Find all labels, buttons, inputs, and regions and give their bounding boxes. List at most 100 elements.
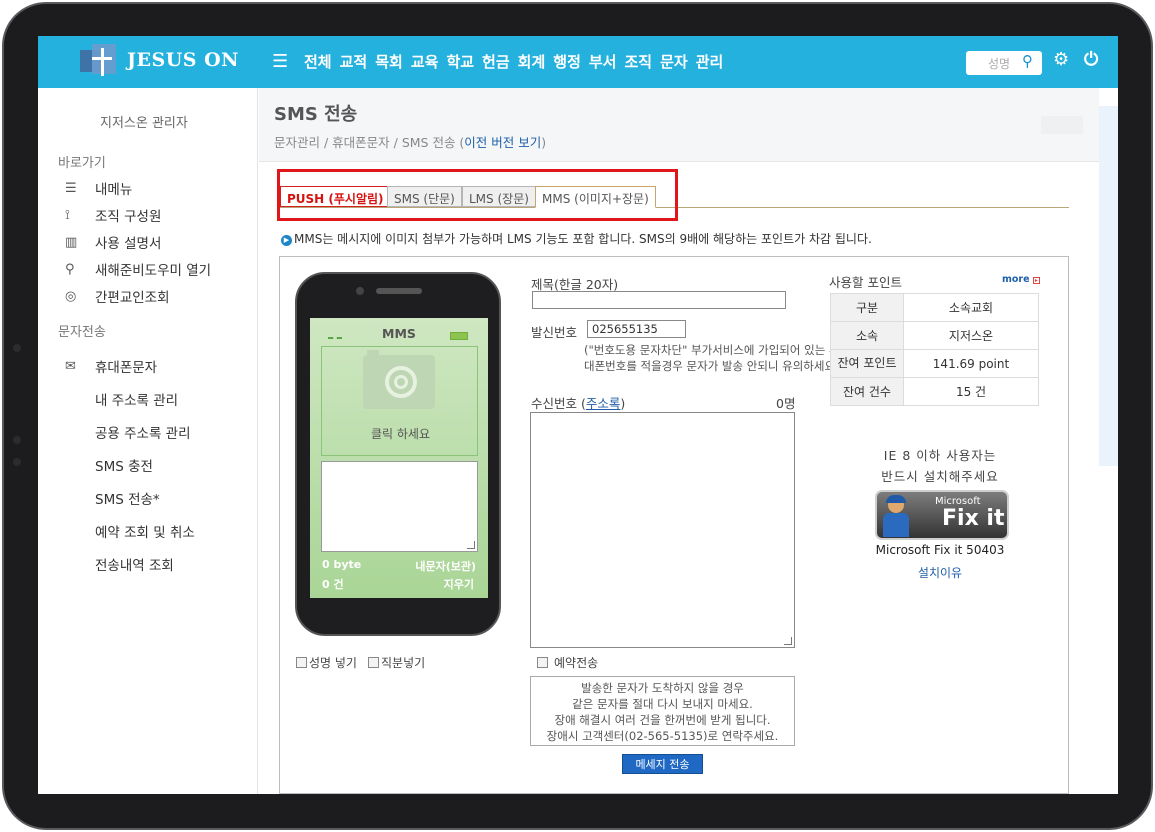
- resize-handle-icon[interactable]: [467, 541, 475, 549]
- table-row: 소속 지저스온: [830, 321, 1039, 350]
- clear-button[interactable]: 지우기: [444, 576, 474, 592]
- nav-item-organization[interactable]: 조직: [624, 51, 652, 72]
- top-navigation-bar: JESUS ON ☰ 전체 교적 목회 교육 학교 헌금 회계 행정 부서 조직…: [38, 36, 1118, 88]
- insert-name-checkbox[interactable]: 성명 넣기: [296, 654, 357, 671]
- screen: JESUS ON ☰ 전체 교적 목회 교육 학교 헌금 회계 행정 부서 조직…: [38, 36, 1118, 794]
- sidebar-item-my-menu[interactable]: ☰ 내메뉴: [65, 178, 132, 199]
- sidebar: 지저스온 관리자 바로가기 ☰ 내메뉴 ⟟ 조직 구성원 ▥ 사용 설명서 ⚲ 새해준비…: [38, 88, 258, 794]
- phone-screen: MMS 클릭 하세요 0 byte 0 건 내문자(보관) 지우기: [310, 318, 488, 598]
- nav-item-members[interactable]: 교적: [340, 51, 368, 72]
- mms-notice: ▶ MMS는 메시지에 이미지 첨부가 가능하며 LMS 기능도 포함 합니다. …: [281, 230, 872, 247]
- device-sensor: [13, 436, 21, 444]
- header-placeholder: [1041, 116, 1083, 134]
- nav-item-pastoral[interactable]: 목회: [375, 51, 403, 72]
- search-box[interactable]: 성명 ⚲: [966, 51, 1042, 75]
- resize-handle-icon[interactable]: [784, 637, 792, 645]
- sidebar-item-new-year-helper[interactable]: ⚲ 새해준비도우미 열기: [65, 259, 211, 280]
- nav-item-admin[interactable]: 행정: [553, 51, 581, 72]
- subject-input[interactable]: [532, 291, 786, 309]
- book-icon: ▥: [65, 234, 78, 250]
- search-icon[interactable]: ⚲: [1022, 52, 1033, 70]
- gear-icon[interactable]: ⚙: [1053, 49, 1069, 70]
- sidebar-item-member-lookup[interactable]: ◎ 간편교인조회: [65, 286, 170, 307]
- repairman-icon: [881, 495, 911, 537]
- message-section-title: 문자전송: [58, 325, 106, 340]
- image-attach-area[interactable]: 클릭 하세요: [321, 346, 478, 456]
- sidebar-item-mobile-message[interactable]: ✉ 휴대폰문자: [65, 356, 157, 377]
- sender-input[interactable]: 025655135: [587, 320, 686, 338]
- checkbox-icon[interactable]: [537, 657, 548, 668]
- warning-box: 발송한 문자가 도착하지 않을 경우 같은 문자를 절대 다시 보내지 마세요.…: [530, 676, 795, 746]
- sidebar-item-my-address-book[interactable]: 내 주소록 관리: [95, 389, 178, 409]
- nav-item-all[interactable]: 전체: [304, 51, 332, 72]
- nav-item-school[interactable]: 학교: [446, 51, 474, 72]
- phone-speaker: [376, 288, 422, 294]
- org-chart-icon: ⟟: [65, 207, 70, 223]
- my-messages-button[interactable]: 내문자(보관): [415, 558, 476, 574]
- address-book-link[interactable]: 주소록: [586, 396, 621, 411]
- points-title: 사용할 포인트: [829, 275, 902, 290]
- arrow-right-icon: ▸: [1032, 277, 1040, 284]
- sender-label: 발신번호: [531, 325, 578, 340]
- nav-item-education[interactable]: 교육: [411, 51, 439, 72]
- content-header: SMS 전송 문자관리 / 휴대폰문자 / SMS 전송 (이전 버전 보기): [259, 88, 1099, 162]
- previous-version-link[interactable]: 이전 버전 보기: [464, 135, 541, 150]
- ie-notice: IE 8 이하 사용자는 반드시 설치해주세요: [881, 448, 999, 484]
- click-prompt: 클릭 하세요: [370, 427, 430, 441]
- sidebar-item-shared-address-book[interactable]: 공용 주소록 관리: [95, 422, 191, 442]
- nav-item-offering[interactable]: 헌금: [482, 51, 510, 72]
- fix-it-caption: Microsoft Fix it 50403: [875, 543, 1005, 557]
- list-icon: ☰: [65, 180, 77, 196]
- checkbox-icon[interactable]: [368, 657, 379, 668]
- pin-icon: ⚲: [65, 261, 75, 277]
- message-textarea[interactable]: [321, 461, 478, 552]
- camera-icon: [363, 350, 435, 409]
- main-nav: 전체 교적 목회 교육 학교 헌금 회계 행정 부서 조직 문자 관리: [304, 51, 723, 72]
- recipient-label: 수신번호 (주소록): [531, 396, 626, 411]
- brand-name[interactable]: JESUS ON: [127, 49, 239, 71]
- more-link[interactable]: more ▸: [1002, 274, 1040, 285]
- breadcrumb: 문자관리 / 휴대폰문자 / SMS 전송 (이전 버전 보기): [274, 135, 547, 150]
- device-sensor: [13, 344, 21, 352]
- recipient-textarea[interactable]: [530, 412, 795, 648]
- table-row: 구분 소속교회: [830, 293, 1039, 322]
- sidebar-item-manual[interactable]: ▥ 사용 설명서: [65, 232, 161, 253]
- eye-icon: ◎: [65, 288, 77, 304]
- insert-position-checkbox[interactable]: 직분넣기: [368, 654, 425, 671]
- phone-camera: [356, 287, 364, 295]
- sidebar-item-org-members[interactable]: ⟟ 조직 구성원: [65, 205, 161, 226]
- sidebar-item-sms-charge[interactable]: SMS 충전: [95, 455, 153, 475]
- page-title: SMS 전송: [274, 104, 358, 125]
- table-row: 잔여 건수 15 건: [830, 377, 1039, 406]
- envelope-icon: ✉: [65, 358, 76, 374]
- hamburger-menu-icon[interactable]: ☰: [272, 51, 288, 72]
- message-count: 0 건: [322, 578, 344, 591]
- nav-item-accounting[interactable]: 회계: [518, 51, 546, 72]
- highlight-box: [277, 169, 678, 221]
- battery-icon: [450, 332, 468, 340]
- info-icon: ▶: [281, 235, 292, 246]
- logo-icon[interactable]: [80, 44, 116, 80]
- recipient-count: 0명: [776, 396, 796, 411]
- sidebar-item-reservation[interactable]: 예약 조회 및 취소: [95, 521, 195, 541]
- sender-help-text: ("번호도용 문자차단" 부가서비스에 가입되어 있는 휴대폰번호를 적을경우 …: [584, 343, 840, 373]
- search-input[interactable]: 성명: [988, 55, 1010, 72]
- nav-item-department[interactable]: 부서: [589, 51, 617, 72]
- install-reason-link[interactable]: 설치이유: [850, 564, 1030, 581]
- table-row: 잔여 포인트 141.69 point: [830, 349, 1039, 378]
- checkbox-icon[interactable]: [296, 657, 307, 668]
- send-message-button[interactable]: 메세지 전송: [622, 754, 703, 774]
- points-table: 구분 소속교회 소속 지저스온 잔여 포인트 141.69 point 잔여 건수 15…: [830, 293, 1039, 406]
- admin-name: 지저스온 관리자: [100, 116, 188, 131]
- fix-it-button[interactable]: Microsoft Fix it: [875, 490, 1009, 540]
- nav-item-message[interactable]: 문자: [660, 51, 688, 72]
- byte-count: 0 byte: [322, 558, 362, 571]
- power-icon[interactable]: ⏻: [1084, 49, 1098, 70]
- shortcut-section-title: 바로가기: [58, 156, 106, 171]
- sidebar-item-sms-send[interactable]: SMS 전송*: [95, 488, 160, 508]
- device-sensor: [13, 458, 21, 466]
- sidebar-item-history[interactable]: 전송내역 조회: [95, 554, 174, 574]
- reserve-send-checkbox[interactable]: 예약전송: [537, 654, 598, 671]
- scrollbar[interactable]: [1099, 106, 1118, 466]
- nav-item-manage[interactable]: 관리: [696, 51, 724, 72]
